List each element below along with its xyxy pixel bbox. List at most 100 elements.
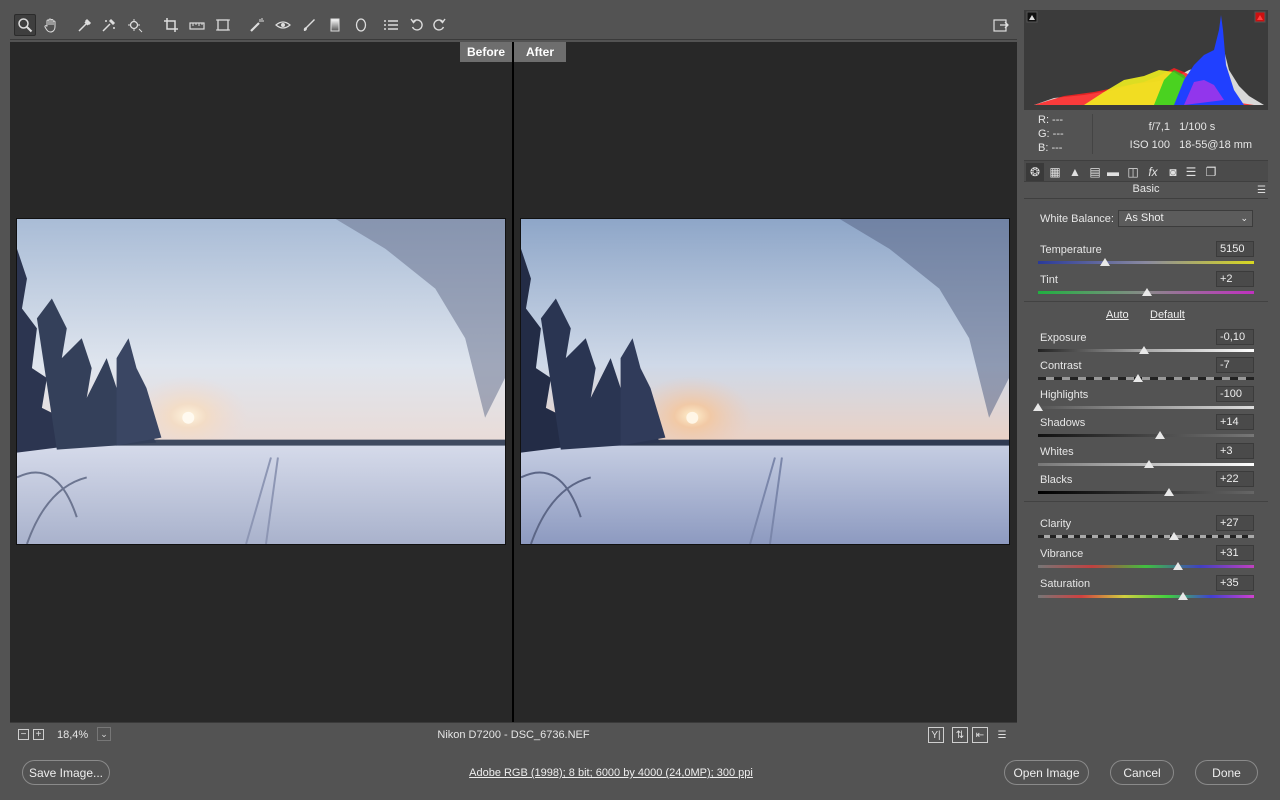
highlights-value-field[interactable]: -100	[1216, 386, 1254, 402]
highlights-label: Highlights	[1040, 389, 1089, 401]
vibrance-track[interactable]	[1038, 565, 1254, 568]
hsl-icon: ▤	[1089, 165, 1101, 179]
exposure-value-field[interactable]: -0,10	[1216, 329, 1254, 345]
white-balance-select[interactable]: As Shot ⌄	[1118, 210, 1253, 227]
blacks-track[interactable]	[1038, 491, 1254, 494]
clarity-thumb[interactable]	[1169, 532, 1180, 540]
whites-value-field[interactable]: +3	[1216, 443, 1254, 459]
clarity-track[interactable]	[1038, 535, 1254, 538]
before-after-divider	[512, 42, 514, 722]
eyedropper-icon[interactable]	[74, 14, 96, 36]
contrast-value-field[interactable]: -7	[1216, 357, 1254, 373]
saturation-track[interactable]	[1038, 595, 1254, 598]
contrast-track[interactable]	[1038, 377, 1254, 380]
mountains-icon: ▲	[1069, 165, 1081, 179]
hand-icon[interactable]	[40, 14, 62, 36]
contrast-slider[interactable]: Contrast -7	[1038, 357, 1254, 388]
split-tone-icon: ▬	[1107, 165, 1119, 179]
rotate-cw-icon[interactable]	[428, 14, 450, 36]
before-label[interactable]: Before	[460, 42, 512, 62]
contrast-label: Contrast	[1040, 360, 1082, 372]
tab-presets[interactable]: ☰	[1182, 163, 1200, 181]
yy-view-icon: Y|	[931, 729, 941, 741]
before-photo[interactable]	[16, 218, 506, 545]
preview-canvas[interactable]: Before After	[10, 42, 1017, 722]
target-adjust-icon[interactable]	[124, 14, 146, 36]
fullscreen-toggle-icon[interactable]	[990, 14, 1012, 36]
grid-icon: ▦	[1049, 165, 1061, 179]
default-link[interactable]: Default	[1150, 309, 1185, 321]
crop-icon[interactable]	[160, 14, 182, 36]
panel-menu-icon[interactable]: ☰	[1257, 185, 1266, 196]
contrast-thumb[interactable]	[1133, 374, 1144, 382]
tab-detail[interactable]: ▲	[1066, 163, 1084, 181]
tab-lens[interactable]: ◫	[1124, 163, 1142, 181]
temperature-label: Temperature	[1040, 244, 1102, 256]
whites-thumb[interactable]	[1144, 460, 1155, 468]
blacks-value-field[interactable]: +22	[1216, 471, 1254, 487]
open-image-button[interactable]: Open Image	[1004, 760, 1089, 785]
shadows-track[interactable]	[1038, 434, 1254, 437]
tab-split-toning[interactable]: ▬	[1104, 163, 1122, 181]
straighten-icon[interactable]	[186, 14, 208, 36]
exposure-thumb[interactable]	[1138, 346, 1149, 354]
radial-filter-icon[interactable]	[350, 14, 372, 36]
graduated-filter-icon[interactable]	[324, 14, 346, 36]
tint-thumb[interactable]	[1142, 288, 1153, 296]
shadows-value-field[interactable]: +14	[1216, 414, 1254, 430]
done-button[interactable]: Done	[1195, 760, 1258, 785]
saturation-slider[interactable]: Saturation +35	[1038, 575, 1254, 606]
tab-snapshots[interactable]: ❐	[1202, 163, 1220, 181]
after-label[interactable]: After	[514, 42, 566, 62]
auto-link[interactable]: Auto	[1106, 309, 1129, 321]
list-icon[interactable]	[380, 14, 402, 36]
rgb-readout: R: --- G: --- B: ---	[1038, 113, 1064, 155]
shadows-label: Shadows	[1040, 417, 1086, 429]
histogram	[1024, 10, 1268, 110]
blacks-slider[interactable]: Blacks +22	[1038, 471, 1254, 502]
whites-slider[interactable]: Whites +3	[1038, 443, 1254, 474]
exposure-slider[interactable]: Exposure -0,10	[1038, 329, 1254, 360]
brush-icon[interactable]	[298, 14, 320, 36]
tint-slider[interactable]: Tint +2	[1038, 271, 1254, 302]
red-eye-icon[interactable]	[272, 14, 294, 36]
clarity-slider[interactable]: Clarity +27	[1038, 515, 1254, 546]
tab-hsl[interactable]: ▤	[1086, 163, 1104, 181]
vibrance-thumb[interactable]	[1173, 562, 1184, 570]
highlights-track[interactable]	[1038, 406, 1254, 409]
temperature-value-field[interactable]: 5150	[1216, 241, 1254, 257]
spot-removal-icon[interactable]	[246, 14, 268, 36]
tab-effects[interactable]: fx	[1144, 163, 1162, 181]
temperature-track[interactable]	[1038, 261, 1254, 264]
after-photo[interactable]	[520, 218, 1010, 545]
shadows-thumb[interactable]	[1155, 431, 1166, 439]
magnifier-icon[interactable]	[14, 14, 36, 36]
saturation-thumb[interactable]	[1177, 592, 1188, 600]
swap-settings-button[interactable]: ⇅	[952, 727, 968, 743]
clarity-value-field[interactable]: +27	[1216, 515, 1254, 531]
blacks-thumb[interactable]	[1163, 488, 1174, 496]
copy-settings-button[interactable]: ⇤	[972, 727, 988, 743]
tab-calibration[interactable]: ◙	[1164, 163, 1182, 181]
tint-value-field[interactable]: +2	[1216, 271, 1254, 287]
vibrance-slider[interactable]: Vibrance +31	[1038, 545, 1254, 576]
white-balance-value: As Shot	[1125, 212, 1164, 224]
tab-basic[interactable]: ❂	[1026, 163, 1044, 181]
shadows-slider[interactable]: Shadows +14	[1038, 414, 1254, 445]
sampler-icon[interactable]	[98, 14, 120, 36]
transform-icon[interactable]	[212, 14, 234, 36]
red-readout: R: ---	[1038, 114, 1064, 126]
saturation-value-field[interactable]: +35	[1216, 575, 1254, 591]
highlights-thumb[interactable]	[1033, 403, 1043, 411]
preview-prefs-button[interactable]: ☰	[994, 727, 1010, 743]
cancel-button[interactable]: Cancel	[1110, 760, 1174, 785]
temperature-thumb[interactable]	[1099, 258, 1110, 266]
sliders-icon: ☰	[997, 729, 1007, 741]
vibrance-value-field[interactable]: +31	[1216, 545, 1254, 561]
copy-arrow-icon: ⇤	[975, 729, 985, 741]
tab-tone-curve[interactable]: ▦	[1046, 163, 1064, 181]
rotate-ccw-icon[interactable]	[406, 14, 428, 36]
before-after-view-button[interactable]: Y|	[928, 727, 944, 743]
highlights-slider[interactable]: Highlights -100	[1033, 386, 1254, 417]
temperature-slider[interactable]: Temperature 5150	[1038, 241, 1254, 272]
